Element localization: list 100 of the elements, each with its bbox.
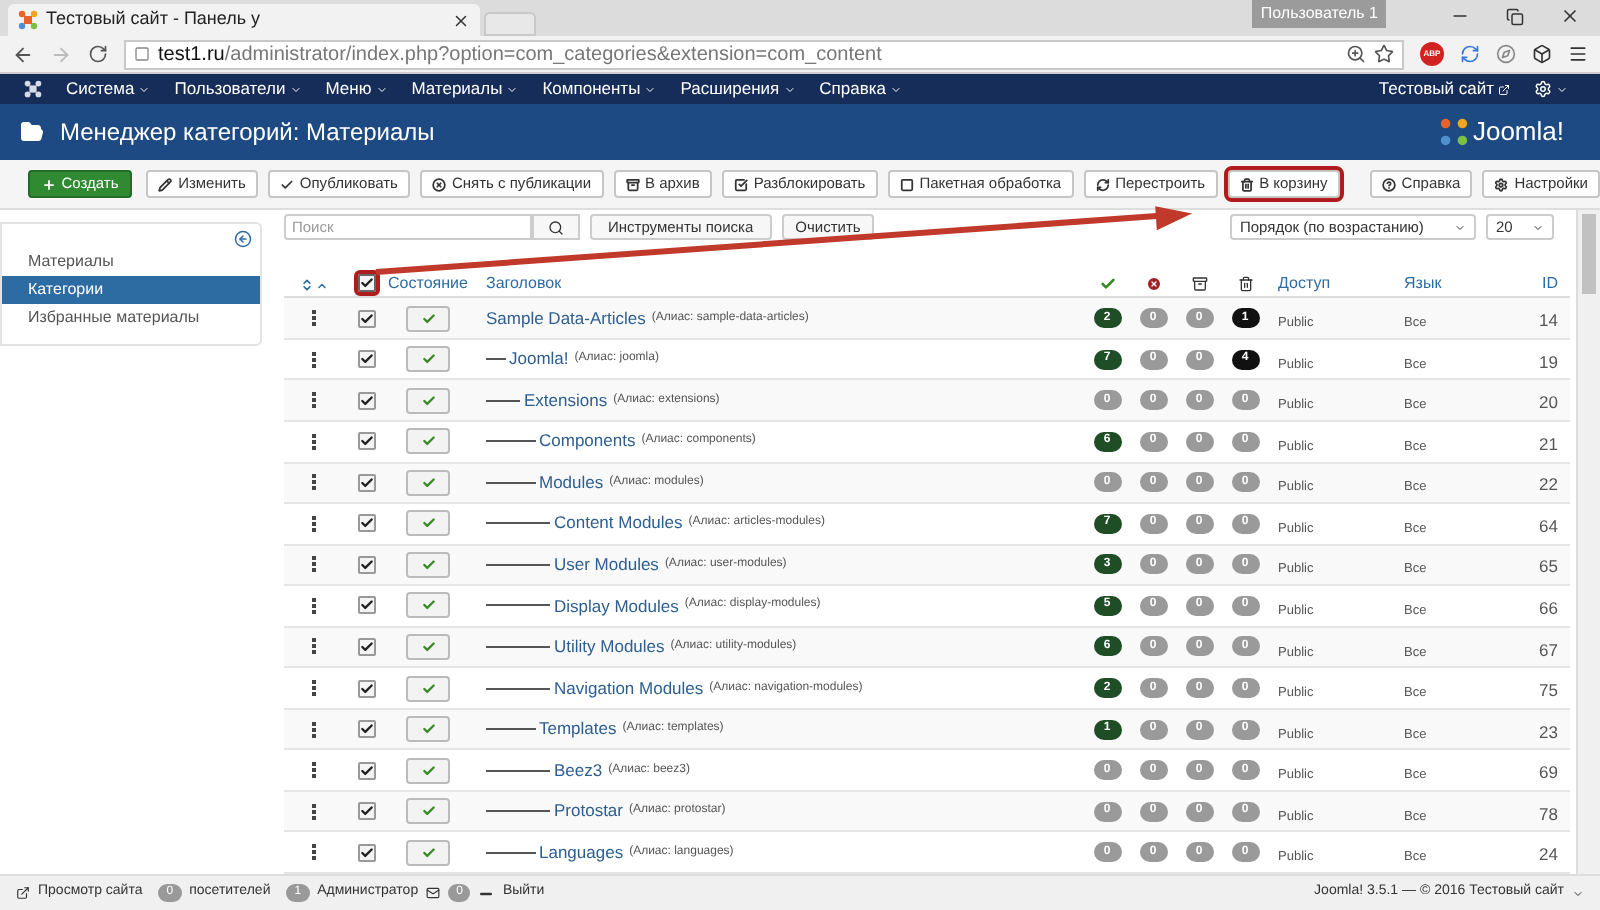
row-checkbox[interactable] — [357, 473, 375, 492]
settings-menu[interactable] — [1534, 80, 1568, 98]
drag-handle-icon[interactable] — [312, 392, 316, 409]
category-link[interactable]: User Modules — [554, 552, 659, 578]
sidebar-item[interactable]: Категории — [2, 276, 260, 304]
status-toggle[interactable] — [406, 387, 450, 414]
category-link[interactable]: Sample Data-Articles — [486, 305, 646, 331]
nav-menu-item[interactable]: Пользователи — [174, 76, 302, 102]
category-link[interactable]: Beez3 — [554, 757, 603, 783]
drag-handle-icon[interactable] — [312, 474, 316, 491]
status-toggle[interactable] — [406, 839, 450, 866]
sort-icon[interactable] — [300, 278, 314, 293]
archive-icon[interactable] — [1191, 276, 1207, 293]
nav-menu-item[interactable]: Расширения — [680, 76, 796, 102]
drag-handle-icon[interactable] — [312, 433, 316, 450]
status-toggle[interactable] — [406, 305, 450, 332]
category-link[interactable]: Modules — [539, 469, 604, 496]
drag-handle-icon[interactable] — [312, 597, 316, 614]
category-link[interactable]: Navigation Modules — [554, 675, 704, 701]
nav-menu-item[interactable]: Справка — [819, 76, 902, 102]
drag-handle-icon[interactable] — [312, 762, 316, 779]
close-window-icon[interactable] — [1560, 6, 1580, 26]
status-toggle[interactable] — [406, 798, 450, 825]
category-link[interactable]: Components — [539, 428, 636, 455]
drag-handle-icon[interactable] — [312, 680, 316, 697]
row-checkbox[interactable] — [357, 679, 375, 698]
column-header[interactable]: Язык — [1404, 274, 1442, 293]
status-toggle[interactable] — [406, 716, 450, 743]
id-text: 14 — [1539, 310, 1558, 331]
nav-menu-item[interactable]: Меню — [325, 76, 388, 102]
scrollbar[interactable] — [1576, 210, 1600, 874]
check-icon — [359, 722, 373, 737]
drag-handle-icon[interactable] — [312, 844, 316, 861]
drag-handle-icon[interactable] — [312, 310, 316, 327]
drag-handle-icon[interactable] — [312, 803, 316, 820]
joomla-logo-icon[interactable] — [24, 80, 42, 98]
zoom-icon[interactable] — [1346, 44, 1366, 64]
status-toggle[interactable] — [406, 469, 450, 496]
row-checkbox[interactable] — [357, 843, 375, 862]
nav-menu-item[interactable]: Система — [66, 76, 151, 102]
nav-menu-item[interactable]: Материалы — [411, 76, 519, 102]
row-checkbox[interactable] — [357, 637, 375, 656]
category-link[interactable]: Content Modules — [554, 510, 683, 537]
star-icon[interactable] — [1374, 44, 1394, 64]
restore-icon[interactable] — [1506, 7, 1524, 25]
row-checkbox[interactable] — [357, 309, 375, 328]
cube-icon[interactable] — [1532, 44, 1552, 64]
status-toggle[interactable] — [406, 551, 450, 578]
category-link[interactable]: Templates — [539, 716, 617, 742]
drag-handle-icon[interactable] — [312, 638, 316, 655]
menu-icon[interactable] — [1568, 44, 1588, 64]
row-checkbox[interactable] — [357, 720, 375, 739]
category-link[interactable]: Protostar — [554, 798, 623, 825]
category-link[interactable]: Extensions — [524, 387, 608, 414]
drag-handle-icon[interactable] — [312, 556, 316, 573]
row-checkbox[interactable] — [357, 555, 375, 574]
drag-handle-icon[interactable] — [312, 721, 316, 738]
row-checkbox[interactable] — [357, 761, 375, 780]
column-header[interactable]: Заголовок — [486, 274, 562, 293]
row-checkbox[interactable] — [357, 596, 375, 615]
column-header[interactable]: Состояние — [388, 276, 468, 293]
sidebar-item[interactable]: Избранные материалы — [2, 304, 260, 332]
status-toggle[interactable] — [406, 675, 450, 702]
search-button[interactable] — [532, 214, 580, 240]
row-checkbox[interactable] — [357, 391, 375, 410]
row-checkbox[interactable] — [357, 274, 375, 293]
row-checkbox[interactable] — [357, 350, 375, 369]
status-toggle[interactable] — [406, 510, 450, 537]
trash-icon[interactable] — [1237, 276, 1253, 293]
compass-icon[interactable] — [1496, 44, 1516, 64]
nav-menu-item[interactable]: Компоненты — [542, 76, 657, 102]
reload-icon[interactable] — [88, 44, 108, 64]
drag-handle-icon[interactable] — [312, 515, 316, 532]
category-link[interactable]: Display Modules — [554, 593, 679, 619]
sidebar-item[interactable]: Материалы — [2, 248, 260, 276]
browser-tab[interactable]: Тестовый сайт - Панель у — [8, 4, 480, 36]
drag-handle-icon[interactable] — [312, 351, 316, 368]
back-icon[interactable] — [12, 43, 34, 65]
published-icon[interactable] — [1099, 276, 1115, 293]
collapse-icon[interactable] — [234, 230, 252, 248]
category-link[interactable]: Joomla! — [509, 346, 569, 373]
status-toggle[interactable] — [406, 346, 450, 373]
status-toggle[interactable] — [406, 757, 450, 784]
column-header[interactable]: ID — [1542, 274, 1558, 293]
status-toggle[interactable] — [406, 633, 450, 660]
check-icon — [359, 804, 373, 819]
close-icon[interactable] — [452, 11, 470, 29]
sync-icon[interactable] — [1460, 44, 1480, 64]
caret-icon — [1572, 887, 1584, 899]
site-link[interactable]: Тестовый сайт — [1378, 76, 1510, 102]
category-link[interactable]: Utility Modules — [554, 634, 665, 660]
unpublished-icon[interactable] — [1145, 276, 1161, 293]
row-checkbox[interactable] — [357, 514, 375, 533]
row-checkbox[interactable] — [357, 432, 375, 451]
status-toggle[interactable] — [406, 592, 450, 619]
column-header[interactable]: Доступ — [1278, 274, 1331, 293]
row-checkbox[interactable] — [357, 802, 375, 821]
address-field[interactable]: test1.ru/administrator/index.php?option=com_categories&extension=com_content — [124, 39, 1404, 69]
category-link[interactable]: Languages — [539, 839, 624, 866]
status-toggle[interactable] — [406, 428, 450, 455]
